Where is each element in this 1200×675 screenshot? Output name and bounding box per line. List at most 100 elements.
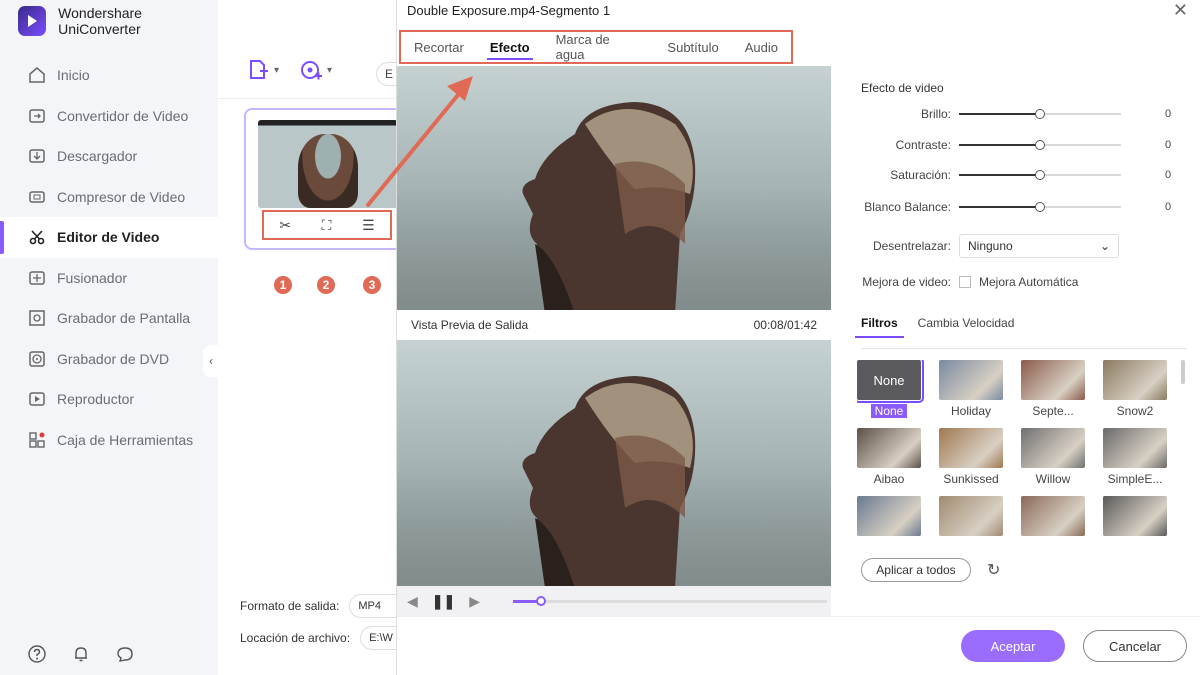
player-controls: ◀ ❚❚ ▶ [397,586,831,616]
deinterlace-value: Ninguno [968,239,1013,253]
reset-icon[interactable]: ↻ [987,560,1007,580]
cancel-button[interactable]: Cancelar [1083,630,1187,662]
slider-handle[interactable] [1035,170,1045,180]
sidebar-item-label: Inicio [57,67,90,84]
filter-item[interactable] [1021,496,1089,538]
feedback-icon[interactable] [114,643,136,665]
brightness-slider[interactable] [959,109,1121,119]
tab-subtitulo[interactable]: Subtítulo [654,32,731,62]
saturation-label: Saturación: [890,168,951,182]
accept-button[interactable]: Aceptar [961,630,1065,662]
dvd-icon [27,349,47,369]
filter-item[interactable]: Sunkissed [939,428,1007,486]
collapse-sidebar-button[interactable]: ‹ [203,345,219,377]
close-icon[interactable]: ✕ [1173,0,1188,21]
tab-marca-de-agua[interactable]: Marca de agua [543,32,655,62]
tab-recortar[interactable]: Recortar [401,32,477,62]
filter-thumbnail [1103,360,1167,400]
slider-handle[interactable] [1035,202,1045,212]
effects-icon[interactable]: ☰ [362,217,375,234]
sidebar-item-label: Editor de Video [57,229,160,246]
chevron-down-icon: ▾ [274,64,280,76]
subtab-filtros[interactable]: Filtros [855,316,904,338]
sidebar-item-descargador[interactable]: Descargador [0,136,218,177]
sidebar-item-label: Caja de Herramientas [57,431,194,448]
brightness-value: 0 [1165,108,1172,120]
filter-thumbnail [857,428,921,468]
filter-thumbnail [1021,496,1085,536]
bell-icon[interactable] [70,643,92,665]
saturation-slider[interactable] [959,170,1121,180]
chevron-down-icon: ⌄ [1099,239,1110,253]
tab-audio[interactable]: Audio [732,32,791,62]
apply-to-all-button[interactable]: Aplicar a todos [861,558,971,582]
white-balance-slider[interactable] [959,202,1121,212]
sidebar-item-fusionador[interactable]: Fusionador [0,258,218,299]
next-frame-icon[interactable]: ▶ [469,593,480,610]
sidebar-item-convertidor[interactable]: Convertidor de Video [0,96,218,137]
filter-item[interactable]: Willow [1021,428,1089,486]
crop-icon[interactable]: ⛶ [322,217,332,234]
filter-item[interactable]: Aibao [857,428,925,486]
filter-name-text: Sunkissed [943,472,999,486]
filter-item[interactable]: SimpleE... [1103,428,1171,486]
enhance-label: Mejora de video: [862,275,951,289]
contrast-slider[interactable] [959,140,1121,150]
slider-handle[interactable] [1035,109,1045,119]
brightness-row: Brillo: 0 [847,104,1177,124]
slider-fill [959,144,1040,146]
screen-record-icon [27,308,47,328]
white-balance-row: Blanco Balance: 0 [847,197,1177,217]
filter-thumbnail [1103,428,1167,468]
annotation-badge-3: 3 [361,274,383,296]
merge-icon [27,268,47,288]
contrast-row: Contraste: 0 [847,135,1177,155]
filter-item[interactable]: None None [857,360,925,418]
download-icon [27,146,47,166]
filter-item[interactable] [857,496,925,538]
preview-time: 00:08/01:42 [753,318,817,332]
output-preview [397,340,831,586]
auto-enhance-checkbox[interactable] [959,276,971,288]
annotation-badge-1: 1 [272,274,294,296]
add-file-icon [250,60,268,79]
pause-icon[interactable]: ❚❚ [432,593,455,610]
add-media-button[interactable]: ▾ [299,58,332,82]
sidebar-item-inicio[interactable]: Inicio [0,55,218,96]
sidebar-item-grabador-dvd[interactable]: Grabador de DVD [0,339,218,380]
portrait-image [522,376,696,586]
filter-item[interactable]: Septe... [1021,360,1089,418]
sidebar-item-compresor[interactable]: Compresor de Video [0,177,218,218]
video-clip-card[interactable]: ✂ ⛶ ☰ [244,108,404,250]
white-balance-value: 0 [1165,201,1172,213]
subtab-cambia-velocidad[interactable]: Cambia Velocidad [918,316,1015,338]
sidebar-item-caja-herramientas[interactable]: Caja de Herramientas [0,420,218,461]
filter-scrollbar[interactable] [1181,360,1185,384]
clip-tools-highlight: ✂ ⛶ ☰ [262,210,392,240]
slider-handle[interactable] [1035,140,1045,150]
enhance-row: Mejora de video: Mejora Automática [847,275,1078,289]
sidebar-item-editor[interactable]: Editor de Video [0,217,218,258]
sidebar-item-label: Reproductor [57,391,135,408]
play-icon [27,389,47,409]
filter-item[interactable]: Snow2 [1103,360,1171,418]
filter-item[interactable] [939,496,1007,538]
playback-slider[interactable] [513,596,827,606]
filter-name: Willow [1021,472,1085,486]
sidebar: Wondershare UniConverter Inicio Converti… [0,0,218,675]
trim-icon[interactable]: ✂ [279,217,291,234]
playback-handle[interactable] [536,596,547,606]
add-file-button[interactable]: ▾ [246,58,279,82]
help-icon[interactable] [26,643,48,665]
sidebar-item-reproductor[interactable]: Reproductor [0,379,218,420]
sidebar-item-grabador-pantalla[interactable]: Grabador de Pantalla [0,298,218,339]
previous-frame-icon[interactable]: ◀ [407,593,418,610]
chevron-down-icon: ▾ [327,64,333,76]
tab-efecto[interactable]: Efecto [477,32,543,62]
filter-item[interactable]: Holiday [939,360,1007,418]
convert-icon [27,106,47,126]
filter-thumbnail [939,360,1003,400]
filter-item[interactable] [1103,496,1171,538]
deinterlace-select[interactable]: Ninguno ⌄ [959,234,1119,258]
deinterlace-row: Desentrelazar: Ninguno ⌄ [847,234,1119,258]
